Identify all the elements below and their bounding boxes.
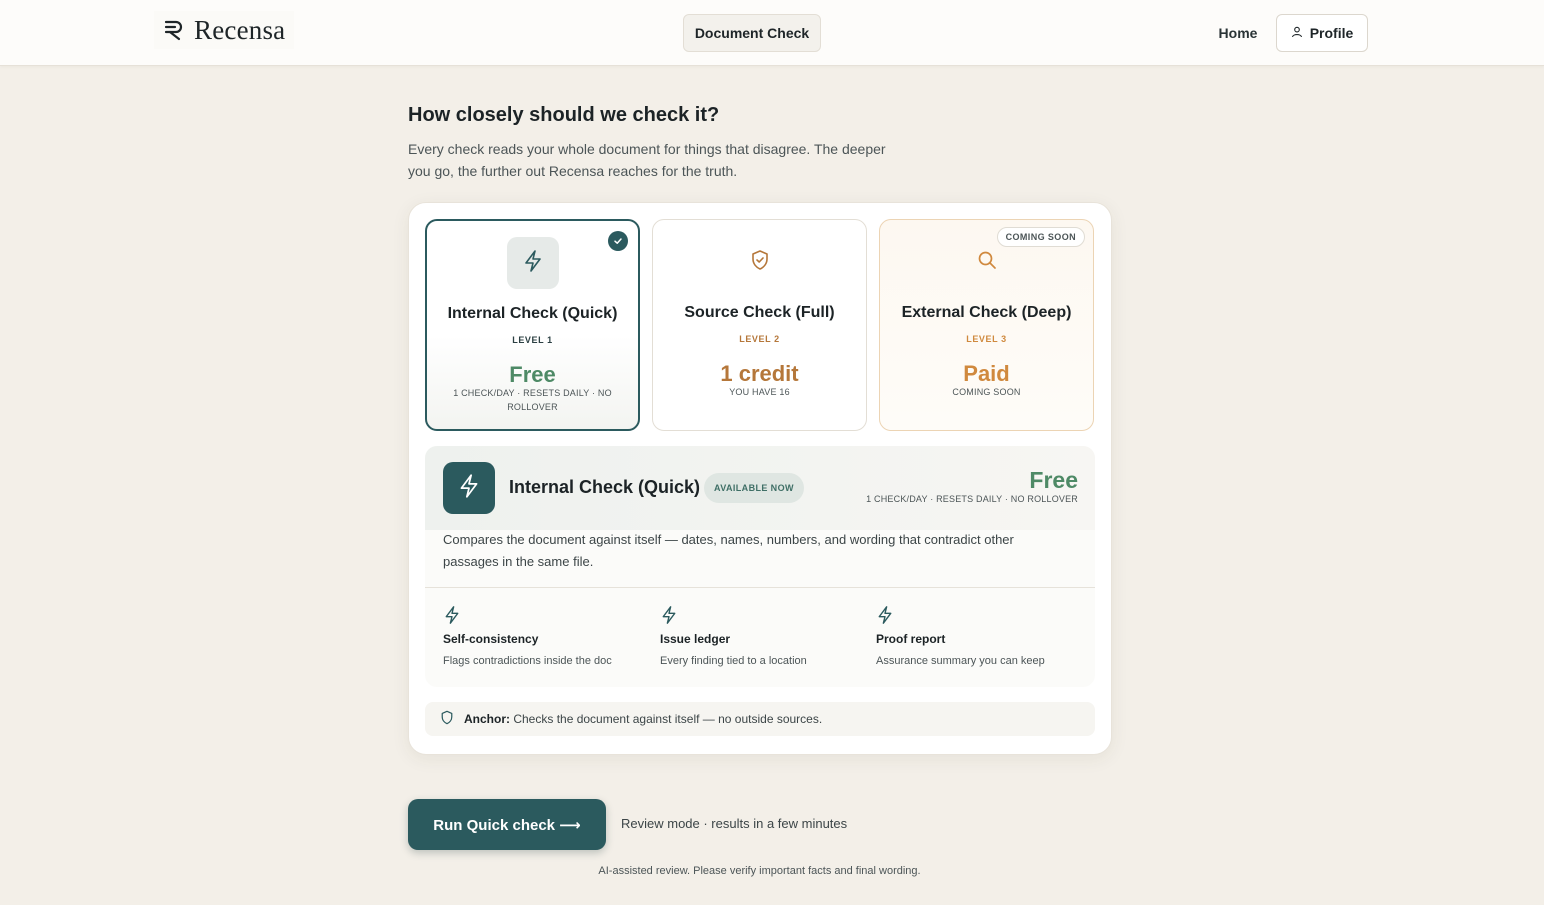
detail-price: Free [1029, 467, 1078, 493]
tier-name: Internal Check (Quick) [447, 305, 618, 322]
tier-level: LEVEL 1 [512, 335, 553, 345]
ai-disclaimer: AI-assisted review. Please verify import… [598, 865, 921, 877]
recensa-logo-icon [164, 19, 186, 41]
feature-title: Proof report [876, 632, 946, 646]
shield-check-icon [750, 249, 770, 276]
tier-note: YOU HAVE 16 [729, 387, 790, 397]
tier-icon-container [507, 237, 559, 289]
run-mode-note: Review mode · results in a few minutes [621, 816, 848, 831]
feature-description: Flags contradictions inside the doc [443, 655, 612, 667]
divider [425, 587, 1095, 588]
detail-header: Internal Check (Quick) AVAILABLE NOW Fre… [425, 446, 1095, 530]
detail-price-note: 1 CHECK/DAY · RESETS DAILY · NO ROLLOVER [866, 494, 1078, 504]
tier-note: COMING SOON [952, 387, 1021, 397]
tier-card-external[interactable]: COMING SOON External Check (Deep) LEVEL … [879, 219, 1094, 431]
feature-item: Proof report Assurance summary you can k… [876, 604, 1086, 667]
user-icon [1291, 25, 1303, 41]
tier-level: LEVEL 2 [739, 334, 780, 344]
brand-name: Recensa [194, 14, 286, 45]
tier-card-internal[interactable]: Internal Check (Quick) LEVEL 1 Free 1 CH… [425, 219, 640, 431]
detail-description: Compares the document against itself — d… [443, 532, 1014, 569]
tier-price: 1 credit [720, 361, 799, 386]
feature-item: Issue ledger Every finding tied to a loc… [660, 604, 870, 667]
tier-icon-container [880, 248, 1093, 276]
availability-badge: AVAILABLE NOW [704, 473, 804, 503]
selected-tier-detail: Internal Check (Quick) AVAILABLE NOW Fre… [425, 446, 1095, 687]
lightning-icon [876, 604, 1086, 626]
anchor-note: Anchor: Checks the document against itse… [425, 702, 1095, 736]
lightning-icon [443, 604, 653, 626]
feature-description: Every finding tied to a location [660, 655, 807, 667]
detail-title: Internal Check (Quick) [509, 477, 701, 497]
tier-name: External Check (Deep) [901, 304, 1072, 321]
run-quick-check-button[interactable]: Run Quick check ⟶ [408, 799, 606, 850]
tier-price: Paid [963, 361, 1010, 386]
tier-level: LEVEL 3 [966, 334, 1007, 344]
nav-home-link[interactable]: Home [1208, 14, 1268, 52]
document-check-tab[interactable]: Document Check [683, 14, 821, 52]
page-subtitle: Every check reads your whole document fo… [408, 141, 886, 179]
selected-check-icon [608, 231, 628, 251]
lightning-icon [660, 604, 870, 626]
search-icon [976, 249, 998, 276]
tier-card-source[interactable]: Source Check (Full) LEVEL 2 1 credit YOU… [652, 219, 867, 431]
check-level-card: Internal Check (Quick) LEVEL 1 Free 1 CH… [408, 202, 1112, 755]
feature-title: Self-consistency [443, 632, 539, 646]
coming-soon-badge: COMING SOON [996, 227, 1085, 247]
tier-icon-container [653, 248, 866, 276]
detail-icon-container [443, 462, 495, 514]
profile-label: Profile [1309, 25, 1354, 41]
anchor-label: Anchor: [464, 712, 510, 726]
brand-logo[interactable]: Recensa [154, 11, 294, 49]
feature-title: Issue ledger [660, 632, 731, 646]
tier-name: Source Check (Full) [684, 304, 835, 321]
anchor-text: Anchor: Checks the document against itse… [464, 712, 822, 726]
page-title: How closely should we check it? [408, 104, 720, 126]
lightning-icon [522, 249, 544, 278]
top-bar: Recensa Document Check Home Profile [0, 0, 1544, 66]
shield-icon [440, 710, 454, 728]
tier-price: Free [509, 362, 556, 387]
lightning-icon [457, 473, 481, 504]
feature-description: Assurance summary you can keep [876, 655, 1045, 667]
anchor-description: Checks the document against itself — no … [513, 712, 823, 726]
feature-item: Self-consistency Flags contradictions in… [443, 604, 653, 667]
profile-button[interactable]: Profile [1276, 14, 1368, 52]
tier-note: 1 CHECK/DAY · RESETS DAILY · NO ROLLOVER [453, 388, 612, 412]
